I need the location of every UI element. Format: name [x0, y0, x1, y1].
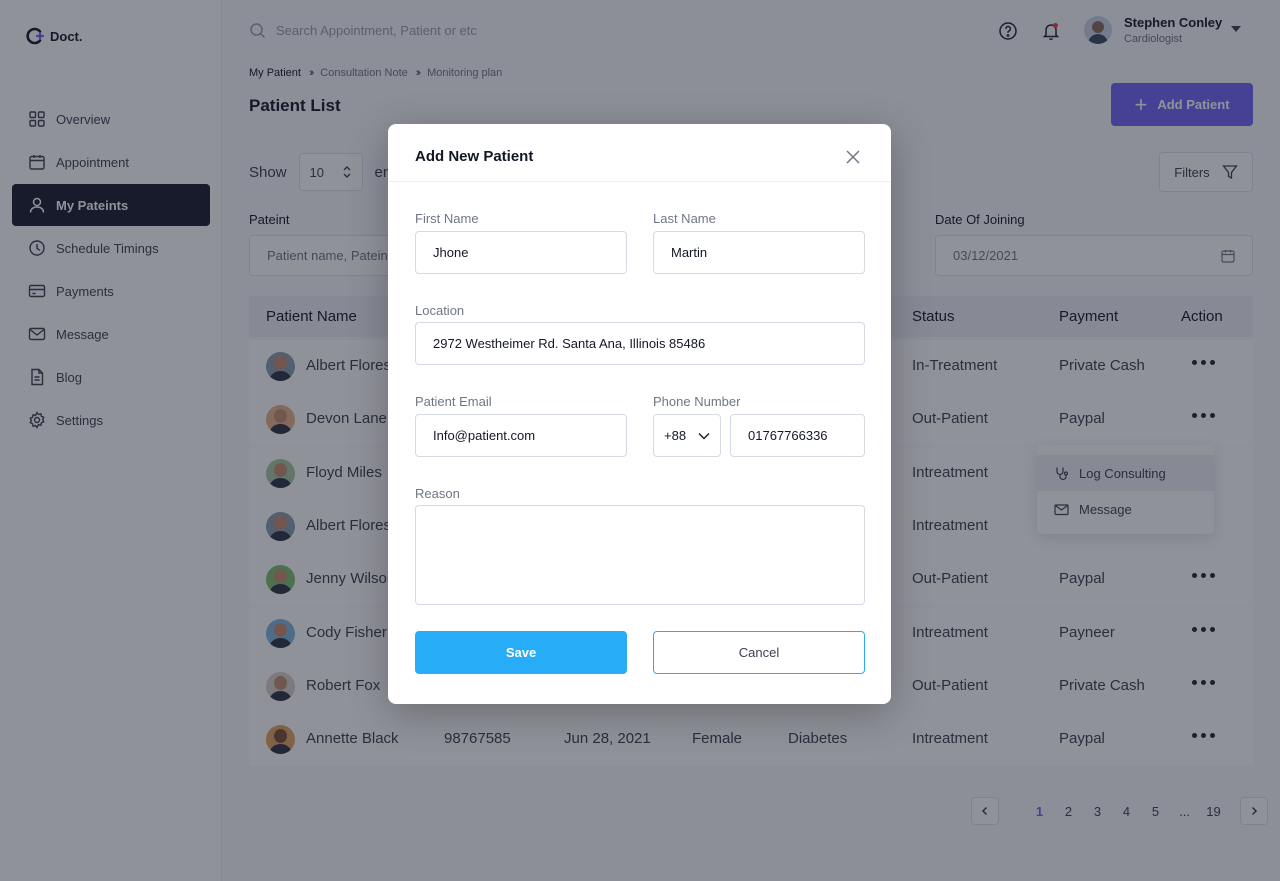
email-value: Info@patient.com — [433, 428, 536, 443]
first-name-value: Jhone — [433, 245, 469, 260]
email-field[interactable]: Info@patient.com — [415, 414, 627, 457]
modal-title: Add New Patient — [415, 148, 534, 165]
cancel-button[interactable]: Cancel — [653, 631, 865, 674]
add-patient-modal: Add New Patient First Name Jhone Last Na… — [388, 124, 891, 704]
first-name-field[interactable]: Jhone — [415, 231, 627, 274]
last-name-label: Last Name — [653, 211, 716, 226]
last-name-value: Martin — [671, 245, 708, 260]
close-icon[interactable] — [844, 148, 862, 166]
location-label: Location — [415, 303, 465, 318]
reason-field[interactable] — [415, 505, 865, 605]
modal-header: Add New Patient — [388, 124, 891, 182]
first-name-label: First Name — [415, 211, 479, 226]
location-field[interactable]: 2972 Westheimer Rd. Santa Ana, Illinois … — [415, 322, 865, 365]
phone-field[interactable]: 01767766336 — [730, 414, 865, 457]
location-value: 2972 Westheimer Rd. Santa Ana, Illinois … — [433, 336, 706, 351]
save-button[interactable]: Save — [415, 631, 627, 674]
chevron-down-icon — [698, 432, 710, 440]
phone-label: Phone Number — [653, 394, 741, 409]
phone-value: 01767766336 — [748, 428, 828, 443]
country-code-value: +88 — [664, 428, 687, 443]
last-name-field[interactable]: Martin — [653, 231, 865, 274]
reason-label: Reason — [415, 486, 460, 501]
email-label: Patient Email — [415, 394, 492, 409]
country-code-select[interactable]: +88 — [653, 414, 721, 457]
